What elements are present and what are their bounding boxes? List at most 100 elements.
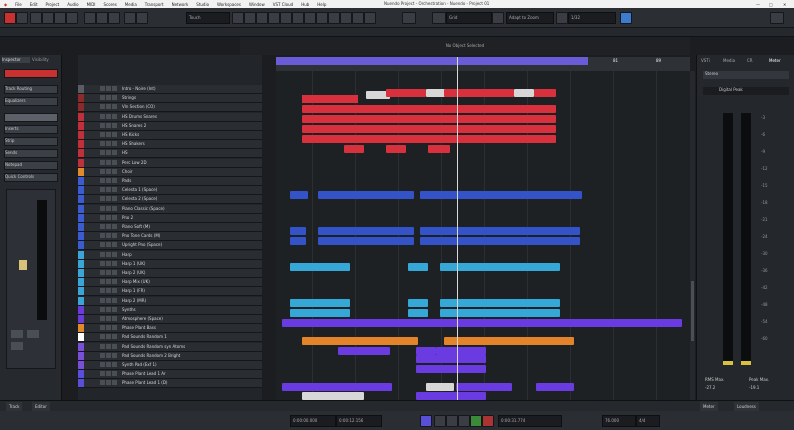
midi-part[interactable] bbox=[444, 89, 514, 97]
track-row[interactable]: Harp 2 (MR) bbox=[78, 296, 262, 306]
inspector-section-quick-controls[interactable]: Quick Controls bbox=[4, 173, 58, 182]
track-row[interactable]: Harp 2 (UK) bbox=[78, 269, 262, 278]
play-tool[interactable] bbox=[352, 12, 364, 24]
solo-button[interactable] bbox=[96, 12, 108, 24]
inspector-section-strip[interactable]: Strip bbox=[4, 137, 58, 146]
track-controls[interactable] bbox=[100, 132, 120, 138]
settings-icon[interactable] bbox=[770, 12, 784, 24]
track-controls[interactable] bbox=[100, 196, 120, 202]
split-tool[interactable] bbox=[256, 12, 268, 24]
tab-meter-bottom[interactable]: Meter bbox=[700, 402, 718, 411]
track-row[interactable]: Harp 1 (FR) bbox=[78, 287, 262, 297]
midi-part[interactable] bbox=[302, 105, 556, 113]
track-controls[interactable] bbox=[100, 306, 120, 313]
right-locator[interactable]: 0:00:12.156 bbox=[336, 415, 382, 427]
cycle-range[interactable] bbox=[276, 57, 588, 65]
close-icon[interactable]: ✕ bbox=[779, 2, 790, 7]
range-tool[interactable] bbox=[244, 12, 256, 24]
track-row[interactable]: Pad Sounds Random 2 Bright bbox=[78, 351, 262, 361]
track-controls[interactable] bbox=[100, 343, 120, 350]
erase-tool[interactable] bbox=[280, 12, 292, 24]
draw-tool[interactable] bbox=[328, 12, 340, 24]
snap-mode-select[interactable]: Adapt to Zoom bbox=[506, 12, 554, 24]
show-right-zone-button[interactable] bbox=[66, 12, 78, 24]
meter-preset-select[interactable]: Digital Peak bbox=[703, 87, 789, 95]
menu-help[interactable]: Help bbox=[313, 2, 330, 7]
mute-button[interactable] bbox=[84, 12, 96, 24]
midi-part[interactable] bbox=[302, 392, 364, 400]
tab-track[interactable]: Track bbox=[6, 402, 23, 411]
midi-part[interactable] bbox=[290, 227, 306, 235]
menu-project[interactable]: Project bbox=[42, 2, 64, 7]
midi-part[interactable] bbox=[440, 309, 560, 317]
color-palette-button[interactable] bbox=[620, 12, 632, 24]
minimize-icon[interactable]: — bbox=[752, 2, 764, 7]
track-controls[interactable] bbox=[100, 113, 120, 120]
zoom-tool[interactable] bbox=[292, 12, 304, 24]
track-controls[interactable] bbox=[100, 178, 120, 184]
track-row[interactable]: Harp 1 (UK) bbox=[78, 259, 262, 269]
autoscroll-button[interactable] bbox=[402, 12, 416, 24]
track-controls[interactable] bbox=[100, 150, 120, 156]
track-controls[interactable] bbox=[100, 159, 120, 166]
track-row[interactable]: HS Drums Snares bbox=[78, 112, 262, 122]
midi-part[interactable] bbox=[408, 309, 428, 317]
midi-part[interactable] bbox=[416, 365, 486, 373]
midi-part[interactable] bbox=[420, 191, 582, 199]
midi-part[interactable] bbox=[416, 392, 486, 400]
inspector-section-equalizers[interactable]: Equalizers bbox=[4, 97, 58, 106]
track-controls[interactable] bbox=[100, 352, 120, 359]
midi-part[interactable] bbox=[456, 383, 512, 391]
track-row[interactable]: Strings bbox=[78, 94, 262, 104]
play-button[interactable] bbox=[470, 415, 482, 427]
inspector-section-sends[interactable]: Sends bbox=[4, 149, 58, 158]
stop-button[interactable] bbox=[458, 415, 470, 427]
track-controls[interactable] bbox=[100, 187, 120, 193]
comp-tool[interactable] bbox=[316, 12, 328, 24]
midi-part[interactable] bbox=[282, 319, 682, 327]
midi-part[interactable] bbox=[386, 145, 406, 153]
tab-meter[interactable]: Meter bbox=[769, 58, 789, 64]
record-button[interactable] bbox=[482, 415, 494, 427]
track-controls[interactable] bbox=[100, 86, 120, 92]
track-row[interactable]: Pno Tone Cards (M) bbox=[78, 232, 262, 242]
time-display[interactable]: 0:00:31.774 bbox=[498, 415, 562, 427]
solo-button-strip[interactable] bbox=[27, 330, 39, 338]
track-row[interactable]: HS bbox=[78, 149, 262, 159]
rewind-button[interactable] bbox=[434, 415, 446, 427]
track-controls[interactable] bbox=[100, 141, 120, 147]
midi-part[interactable] bbox=[444, 337, 574, 345]
inspector-section-inserts[interactable]: Inserts bbox=[4, 125, 58, 134]
track-controls[interactable] bbox=[100, 224, 120, 230]
inspector-section-notepad[interactable]: Notepad bbox=[4, 161, 58, 170]
menu-vst-cloud[interactable]: VST Cloud bbox=[269, 2, 297, 7]
track-row[interactable]: Pad Sounds Random syn Atoms bbox=[78, 342, 262, 352]
maximize-icon[interactable]: □ bbox=[765, 2, 777, 7]
midi-part[interactable] bbox=[318, 191, 414, 199]
track-controls[interactable] bbox=[100, 233, 120, 239]
track-row[interactable]: Phase Plant Lead 1 (D) bbox=[78, 379, 262, 389]
menu-midi[interactable]: MIDI bbox=[83, 2, 100, 7]
quantize-preset-select[interactable]: 1/32 bbox=[568, 12, 616, 24]
signature-display[interactable]: 4/4 bbox=[636, 415, 660, 427]
midi-part[interactable] bbox=[282, 383, 392, 391]
midi-part[interactable] bbox=[514, 89, 534, 97]
midi-part[interactable] bbox=[386, 89, 426, 97]
menu-window[interactable]: Window bbox=[245, 2, 269, 7]
menu-edit[interactable]: Edit bbox=[26, 2, 42, 7]
track-row[interactable]: Phase Plant Lead 1 Ar bbox=[78, 370, 262, 380]
midi-part[interactable] bbox=[318, 227, 414, 235]
midi-part[interactable] bbox=[428, 145, 450, 153]
menu-network[interactable]: Network bbox=[168, 2, 193, 7]
track-controls[interactable] bbox=[100, 95, 120, 101]
midi-part[interactable] bbox=[290, 263, 350, 271]
show-lower-zone-button[interactable] bbox=[54, 12, 66, 24]
read-button-strip[interactable] bbox=[11, 342, 23, 350]
track-controls[interactable] bbox=[100, 104, 120, 110]
midi-part[interactable] bbox=[408, 299, 428, 307]
track-controls[interactable] bbox=[100, 260, 120, 267]
track-row[interactable]: Phase Plant Bass bbox=[78, 324, 262, 334]
track-controls[interactable] bbox=[100, 334, 120, 340]
track-name-field[interactable] bbox=[4, 69, 58, 78]
track-selector[interactable] bbox=[4, 113, 58, 122]
